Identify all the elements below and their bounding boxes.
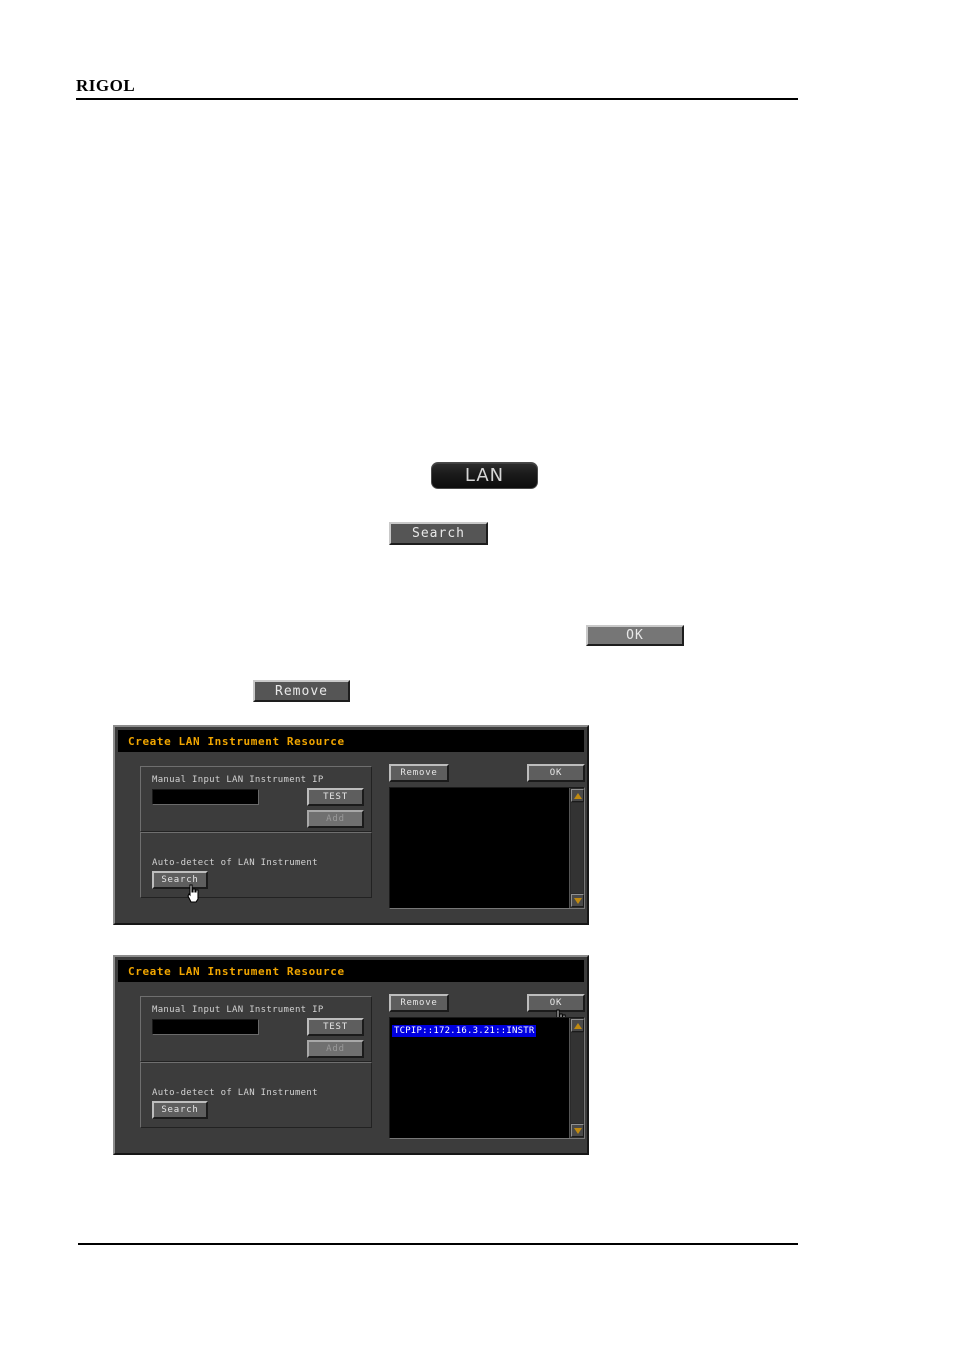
instrument-list[interactable] [389,787,585,909]
instrument-list-items[interactable] [390,788,569,908]
scrollbar-track[interactable] [571,803,583,893]
auto-detect-group: Auto-detect of LAN Instrument Search [140,1062,372,1128]
add-button[interactable]: Add [307,810,364,828]
scroll-down-button[interactable] [571,894,584,907]
ip-address-input[interactable] [152,1019,259,1035]
add-button[interactable]: Add [307,1040,364,1058]
ok-button[interactable]: OK [527,764,585,782]
header-rule [76,98,798,100]
triangle-down-icon [573,897,582,904]
auto-detect-group: Auto-detect of LAN Instrument Search [140,832,372,903]
list-item[interactable]: TCPIP::172.16.3.21::INSTR [392,1025,537,1037]
ip-address-input[interactable] [152,789,259,805]
lan-resource-dialog-2[interactable]: Create LAN Instrument Resource Manual In… [113,955,589,1155]
dialog-body: Manual Input LAN Instrument IP TEST Add … [118,752,585,920]
test-button[interactable]: TEST [307,788,364,806]
scroll-up-button[interactable] [571,789,584,802]
scroll-up-button[interactable] [571,1019,584,1032]
footer-rule [78,1243,798,1245]
page-header: RIGOL [76,76,798,100]
test-button[interactable]: TEST [307,1018,364,1036]
dialog-titlebar: Create LAN Instrument Resource [118,960,584,982]
manual-input-label: Manual Input LAN Instrument IP [152,1005,324,1015]
scrollbar-track[interactable] [571,1033,583,1123]
dialog-title: Create LAN Instrument Resource [128,734,345,748]
brand-logo: RIGOL [76,76,136,95]
manual-input-group: Manual Input LAN Instrument IP TEST Add [140,996,372,1062]
dialog-titlebar: Create LAN Instrument Resource [118,730,584,752]
manual-input-label: Manual Input LAN Instrument IP [152,775,324,785]
ok-button-graphic: OK [586,625,684,646]
scroll-down-button[interactable] [571,1124,584,1137]
search-button[interactable]: Search [152,871,208,889]
remove-button-graphic: Remove [253,680,350,702]
remove-button[interactable]: Remove [389,764,449,782]
instrument-list[interactable]: TCPIP::172.16.3.21::INSTR [389,1017,585,1139]
remove-button[interactable]: Remove [389,994,449,1012]
list-scrollbar[interactable] [569,1018,584,1138]
manual-input-group: Manual Input LAN Instrument IP TEST Add [140,766,372,832]
dialog-body: Manual Input LAN Instrument IP TEST Add … [118,982,585,1150]
auto-detect-label: Auto-detect of LAN Instrument [152,858,318,868]
search-button-graphic: Search [389,522,488,545]
dialog-title: Create LAN Instrument Resource [128,964,345,978]
search-button[interactable]: Search [152,1101,208,1119]
triangle-down-icon [573,1127,582,1134]
triangle-up-icon [573,1022,582,1029]
lan-softkey-graphic: LAN [431,462,538,489]
ok-button[interactable]: OK [527,994,585,1012]
auto-detect-label: Auto-detect of LAN Instrument [152,1088,318,1098]
list-scrollbar[interactable] [569,788,584,908]
triangle-up-icon [573,792,582,799]
instrument-list-items[interactable]: TCPIP::172.16.3.21::INSTR [390,1018,569,1138]
lan-resource-dialog-1[interactable]: Create LAN Instrument Resource Manual In… [113,725,589,925]
